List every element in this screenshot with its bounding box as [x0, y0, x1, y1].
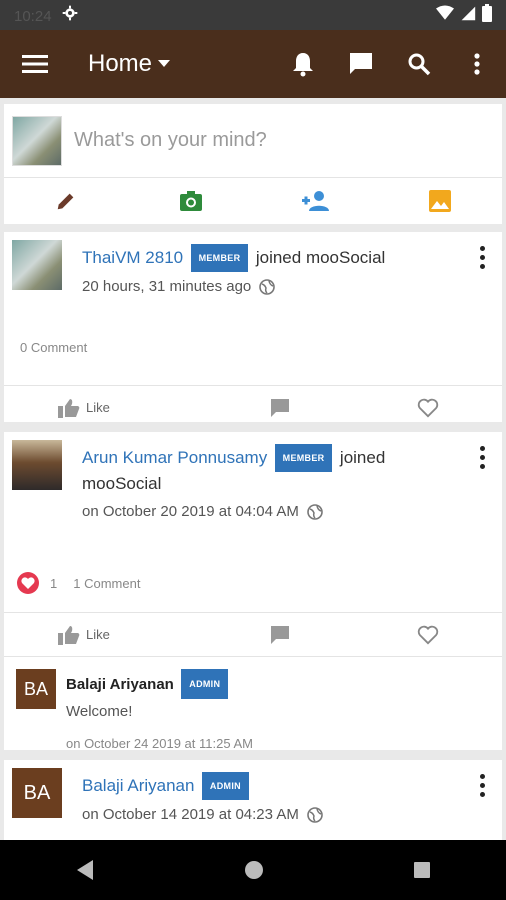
pencil-icon — [58, 193, 74, 210]
post-options-button[interactable] — [472, 446, 492, 469]
page-title: Home — [88, 50, 153, 77]
camera-icon — [179, 191, 202, 211]
post-stats: 0 Comment — [4, 299, 502, 359]
heart-outline-icon — [417, 398, 439, 417]
comment-author-name[interactable]: Balaji Ariyanan — [66, 676, 174, 693]
globe-icon — [307, 504, 323, 520]
image-icon — [428, 190, 451, 212]
search-icon — [408, 53, 431, 76]
overflow-menu-button[interactable] — [448, 30, 506, 98]
search-button[interactable] — [390, 30, 448, 98]
caret-down-icon — [158, 60, 171, 67]
admin-badge: ADMIN — [201, 772, 249, 800]
globe-icon — [307, 807, 323, 823]
back-icon[interactable] — [75, 859, 95, 881]
settings-icon — [62, 5, 78, 26]
comment-item: BA Balaji Ariyanan ADMIN Welcome! on Oct… — [4, 656, 502, 757]
like-label: Like — [86, 400, 110, 415]
add-photo-button[interactable] — [129, 178, 254, 224]
chat-icon — [350, 53, 372, 74]
post-timestamp: 20 hours, 31 minutes ago — [82, 278, 252, 295]
comment-timestamp: on October 24 2019 at 11:25 AM — [66, 736, 253, 751]
post-timestamp: on October 20 2019 at 04:04 AM — [82, 503, 299, 520]
comment-button[interactable] — [206, 386, 354, 429]
battery-icon — [482, 3, 492, 27]
like-button[interactable]: Like — [4, 386, 206, 429]
status-bar: 10:24 — [0, 0, 506, 30]
favorite-button[interactable] — [354, 386, 502, 429]
status-composer: What's on your mind? — [4, 104, 502, 224]
post-author-avatar[interactable] — [12, 240, 62, 290]
menu-button[interactable] — [0, 30, 70, 98]
notifications-button[interactable] — [274, 30, 332, 98]
post-options-button[interactable] — [472, 774, 492, 797]
comment-author-avatar[interactable]: BA — [16, 669, 56, 709]
post-author-name[interactable]: ThaiVM 2810 — [82, 248, 183, 267]
heart-outline-icon — [417, 625, 439, 644]
comment-count[interactable]: 1 Comment — [73, 576, 140, 591]
signal-icon — [460, 5, 476, 26]
wifi-icon — [436, 5, 454, 26]
feed-post: Arun Kumar Ponnusamy MEMBER joined mooSo… — [4, 432, 502, 751]
heart-reaction-icon — [17, 572, 39, 594]
add-image-button[interactable] — [378, 178, 503, 224]
post-options-button[interactable] — [472, 246, 492, 269]
member-badge: MEMBER — [190, 244, 249, 272]
more-vertical-icon — [474, 53, 480, 75]
comment-icon — [271, 398, 289, 417]
write-post-button[interactable] — [4, 178, 129, 224]
status-time: 10:24 — [14, 8, 52, 25]
post-author-name[interactable]: Arun Kumar Ponnusamy — [82, 448, 267, 467]
member-badge: MEMBER — [274, 444, 333, 472]
user-avatar — [12, 115, 62, 166]
add-person-icon — [302, 191, 330, 211]
tag-friends-button[interactable] — [253, 178, 378, 224]
comment-icon — [271, 625, 289, 644]
thumbs-up-icon — [58, 398, 80, 418]
feed-post: ThaiVM 2810 MEMBER joined mooSocial 20 h… — [4, 232, 502, 422]
home-icon[interactable] — [244, 860, 264, 880]
post-timestamp: on October 14 2019 at 04:23 AM — [82, 806, 299, 823]
reaction-count[interactable]: 1 — [50, 576, 57, 591]
favorite-button[interactable] — [354, 613, 502, 656]
like-label: Like — [86, 627, 110, 642]
post-activity: joined mooSocial — [255, 248, 386, 267]
messages-button[interactable] — [332, 30, 390, 98]
thumbs-up-icon — [58, 625, 80, 645]
comment-text: Welcome! — [66, 703, 133, 720]
recents-icon[interactable] — [413, 861, 431, 879]
hamburger-icon — [22, 55, 48, 73]
post-stats: 1 1 Comment — [4, 524, 502, 594]
post-author-name[interactable]: Balaji Ariyanan — [82, 776, 194, 795]
comment-button[interactable] — [206, 613, 354, 656]
like-button[interactable]: Like — [4, 613, 206, 656]
post-author-avatar[interactable] — [12, 440, 62, 490]
status-input[interactable]: What's on your mind? — [74, 129, 267, 152]
bell-icon — [293, 53, 313, 77]
feed-post: BA Balaji Ariyanan ADMIN on October 14 2… — [4, 760, 502, 840]
app-bar: Home — [0, 30, 506, 98]
post-author-avatar[interactable]: BA — [12, 768, 62, 818]
admin-badge: ADMIN — [181, 669, 229, 699]
globe-icon — [259, 279, 276, 295]
home-dropdown[interactable]: Home — [88, 50, 171, 78]
comment-count[interactable]: 0 Comment — [20, 340, 87, 355]
system-nav-bar — [0, 840, 506, 900]
